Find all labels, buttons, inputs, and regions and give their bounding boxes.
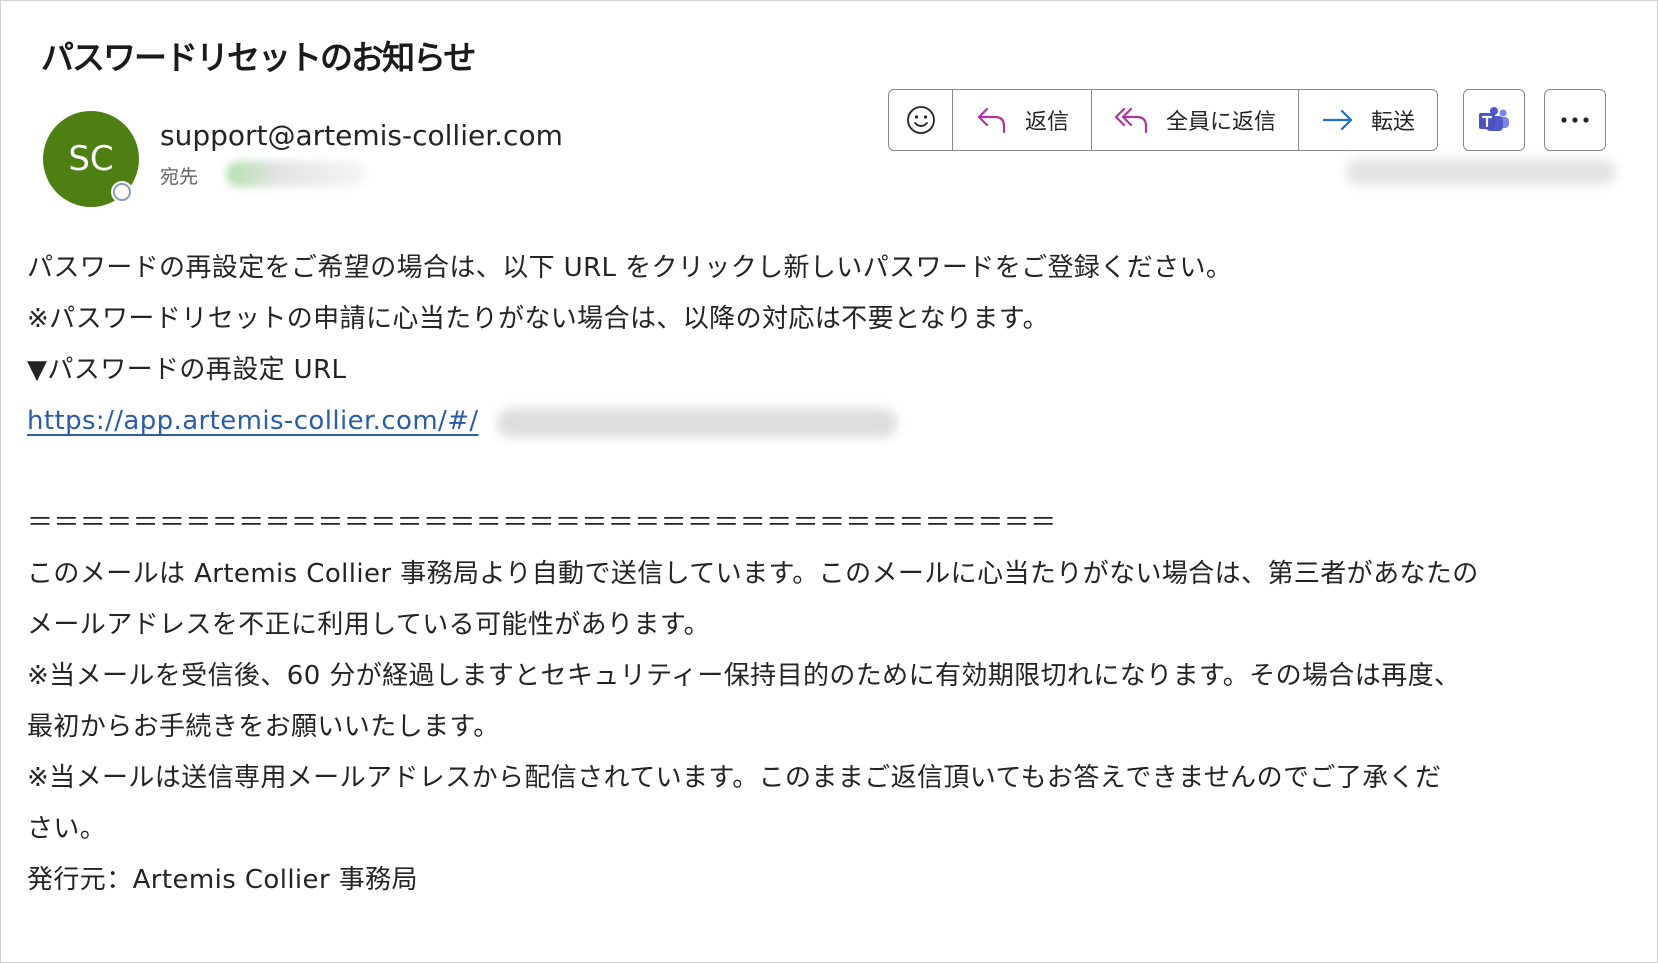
separator-line: ＝＝＝＝＝＝＝＝＝＝＝＝＝＝＝＝＝＝＝＝＝＝＝＝＝＝＝＝＝＝＝＝＝＝＝＝＝＝＝ (27, 508, 1057, 538)
reset-url-row: https://app.artemis-collier.com/#/ (27, 396, 1627, 447)
more-horizontal-icon (1561, 117, 1589, 123)
share-to-teams-button[interactable] (1463, 89, 1525, 151)
body-line: 最初からお手続きをお願いいたします。 (27, 712, 500, 742)
body-line: ※パスワードリセットの申請に心当たりがない場合は、以降の対応は不要となります。 (27, 304, 1050, 334)
body-line: このメールは Artemis Collier 事務局より自動で送信しています。こ… (27, 559, 1479, 589)
reply-all-label: 全員に返信 (1166, 110, 1277, 135)
forward-arrow-icon (1322, 109, 1353, 131)
body-line: さい。 (27, 814, 107, 844)
url-token-redacted (497, 408, 897, 438)
to-label: 宛先 (160, 166, 199, 188)
reply-all-arrow-icon (1114, 107, 1148, 134)
sender-address[interactable]: support@artemis-collier.com (160, 119, 563, 152)
body-line: ※当メールを受信後、60 分が経過しますとセキュリティー保持目的のために有効期限… (27, 661, 1461, 691)
reply-label: 返信 (1025, 110, 1070, 135)
reply-arrow-icon (977, 107, 1006, 134)
forward-label: 転送 (1371, 110, 1416, 135)
recipient-redacted (226, 161, 366, 187)
issuer-line: 発行元：Artemis Collier 事務局 (27, 865, 418, 895)
body-line: メールアドレスを不正に利用している可能性があります。 (27, 610, 711, 640)
smiley-icon (906, 106, 935, 134)
message-action-toolbar: 返信 全員に返信 転送 (888, 89, 1439, 151)
reply-button[interactable]: 返信 (953, 90, 1093, 150)
email-reading-pane: パスワードリセットのお知らせ SC support@artemis-collie… (0, 0, 1658, 963)
body-line: ※当メールは送信専用メールアドレスから配信されています。このままご返信頂いてもお… (27, 763, 1442, 793)
more-actions-button[interactable] (1544, 89, 1606, 151)
teams-icon (1479, 107, 1509, 131)
reaction-button[interactable] (889, 90, 953, 150)
password-reset-link[interactable]: https://app.artemis-collier.com/#/ (27, 406, 479, 436)
email-subject: パスワードリセットのお知らせ (41, 38, 476, 77)
forward-button[interactable]: 転送 (1299, 90, 1437, 150)
email-body: パスワードの再設定をご希望の場合は、以下 URL をクリックし新しいパスワードを… (27, 243, 1627, 906)
reply-all-button[interactable]: 全員に返信 (1092, 90, 1300, 150)
avatar-initials: SC (68, 139, 114, 179)
body-line: ▼パスワードの再設定 URL (27, 355, 347, 385)
date-redacted (1346, 159, 1616, 185)
body-line: パスワードの再設定をご希望の場合は、以下 URL をクリックし新しいパスワードを… (27, 253, 1233, 283)
presence-status-icon (111, 181, 133, 203)
